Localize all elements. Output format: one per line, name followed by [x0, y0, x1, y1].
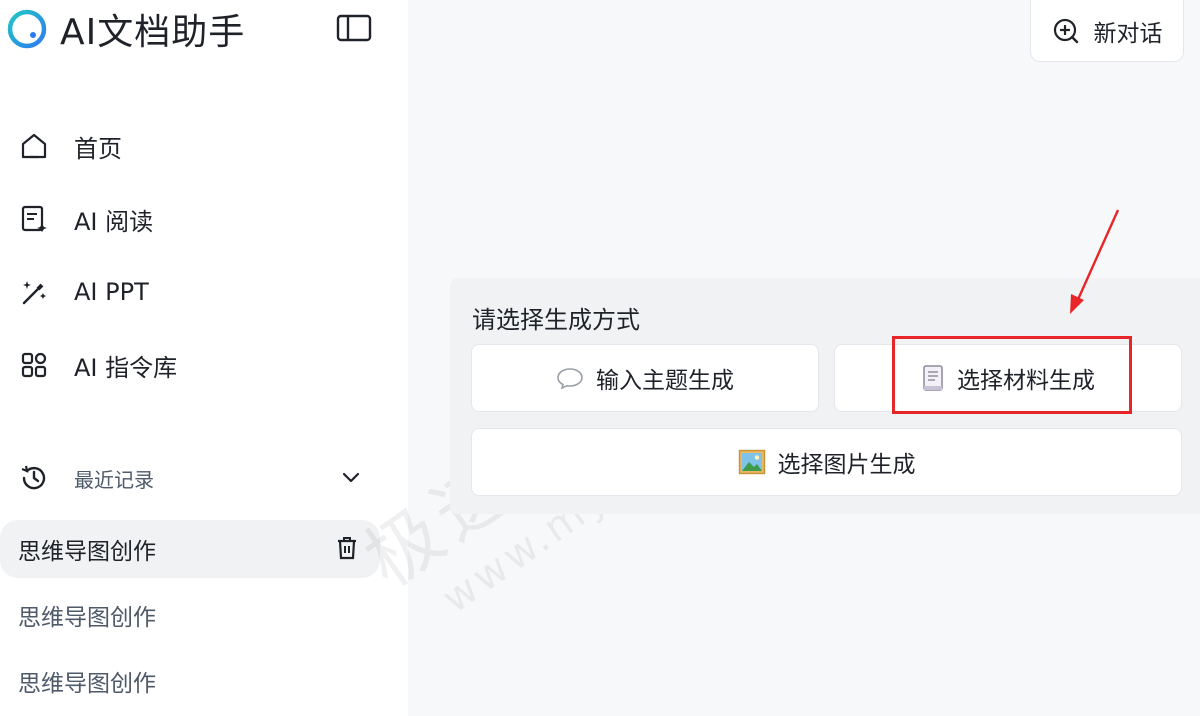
nav-item-home[interactable]: 首页: [18, 126, 122, 166]
sidebar: AI文档助手 首页 AI 阅读 AI PPT AI 指令库 最近记录 思维导图创…: [0, 0, 408, 716]
app-title: AI文档助手: [60, 12, 246, 53]
new-chat-label: 新对话: [1093, 21, 1163, 47]
nav-label: 首页: [74, 134, 122, 163]
reading-icon: [18, 203, 50, 235]
nav-item-ai-prompts[interactable]: AI 指令库: [18, 345, 177, 385]
nav-item-ai-reading[interactable]: AI 阅读: [18, 199, 153, 239]
app-header: AI文档助手: [6, 8, 245, 53]
generation-mode-panel: 请选择生成方式 输入主题生成 选择材料生成 选择图片生成: [450, 278, 1200, 514]
panel-title: 请选择生成方式: [472, 306, 640, 334]
select-image-option-button[interactable]: 选择图片生成: [471, 428, 1182, 496]
nav-label: AI 阅读: [74, 207, 154, 236]
nav-item-ai-ppt[interactable]: AI PPT: [18, 272, 149, 312]
new-chat-button[interactable]: 新对话: [1030, 0, 1184, 62]
home-icon: [18, 130, 50, 162]
input-topic-option-button[interactable]: 输入主题生成: [471, 344, 819, 412]
history-item[interactable]: 思维导图创作: [0, 520, 380, 578]
recent-history-toggle[interactable]: 最近记录: [18, 456, 368, 500]
select-material-option-button[interactable]: 选择材料生成: [834, 344, 1182, 412]
history-item-label: 思维导图创作: [18, 671, 156, 697]
sidebar-toggle-button[interactable]: [336, 12, 372, 44]
history-item[interactable]: 思维导图创作: [0, 586, 380, 644]
nav-label: AI PPT: [74, 278, 149, 306]
speech-bubble-icon: [556, 366, 584, 390]
trash-icon[interactable]: [336, 536, 358, 560]
option-label: 选择材料生成: [957, 368, 1095, 394]
history-item-label: 思维导图创作: [18, 539, 156, 565]
app-logo-icon: [7, 9, 47, 49]
picture-icon: [738, 449, 766, 475]
nav-label: AI 指令库: [74, 353, 178, 382]
option-label: 选择图片生成: [777, 452, 916, 478]
apps-grid-icon: [18, 349, 50, 381]
history-item-label: 思维导图创作: [18, 605, 156, 631]
document-icon: [921, 364, 945, 392]
history-clock-icon: [21, 465, 46, 490]
recent-history-label: 最近记录: [74, 467, 154, 492]
sidebar-toggle-icon: [336, 14, 372, 42]
add-circle-icon: [1053, 18, 1078, 44]
history-item[interactable]: 思维导图创作: [0, 652, 380, 710]
magic-wand-icon: [18, 276, 50, 308]
chevron-down-icon: [342, 472, 360, 483]
option-label: 输入主题生成: [596, 368, 734, 394]
